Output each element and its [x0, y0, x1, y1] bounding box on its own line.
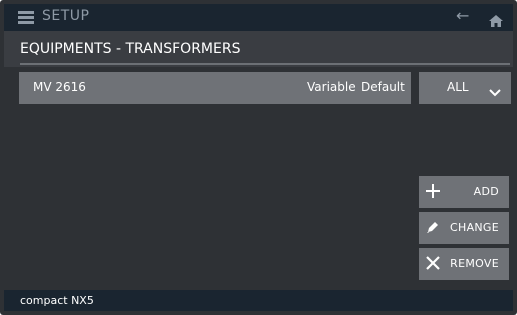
arrow-left-icon[interactable]: ←: [456, 6, 469, 25]
page-title: EQUIPMENTS - TRANSFORMERS: [20, 41, 241, 57]
device-name: compact NX5: [20, 294, 94, 307]
transformer-type: Variable: [307, 80, 356, 94]
add-button-label: ADD: [473, 185, 499, 198]
plus-icon: [425, 183, 441, 199]
status-bar: compact NX5: [4, 290, 513, 311]
app-window: SETUP ← EQUIPMENTS - TRANSFORMERS MV 261…: [0, 0, 517, 315]
remove-button[interactable]: REMOVE: [419, 248, 509, 280]
change-button[interactable]: CHANGE: [419, 212, 509, 244]
transformer-status: Default: [361, 80, 405, 94]
pencil-icon: [425, 219, 441, 235]
transformer-name: MV 2616: [33, 80, 86, 94]
title-bar: SETUP ←: [4, 4, 513, 31]
list-item[interactable]: MV 2616 Variable Default: [19, 72, 411, 104]
app-title: SETUP: [42, 8, 90, 24]
filter-selected: ALL: [447, 80, 469, 94]
header-divider: [20, 63, 510, 65]
home-icon[interactable]: [489, 12, 503, 27]
filter-dropdown[interactable]: ALL: [419, 72, 511, 104]
add-button[interactable]: ADD: [419, 176, 509, 208]
page-header: EQUIPMENTS - TRANSFORMERS: [4, 31, 513, 67]
remove-button-label: REMOVE: [450, 257, 499, 270]
chevron-down-icon: [489, 82, 501, 97]
close-icon: [425, 255, 441, 271]
menu-icon[interactable]: [18, 11, 34, 24]
change-button-label: CHANGE: [450, 221, 499, 234]
